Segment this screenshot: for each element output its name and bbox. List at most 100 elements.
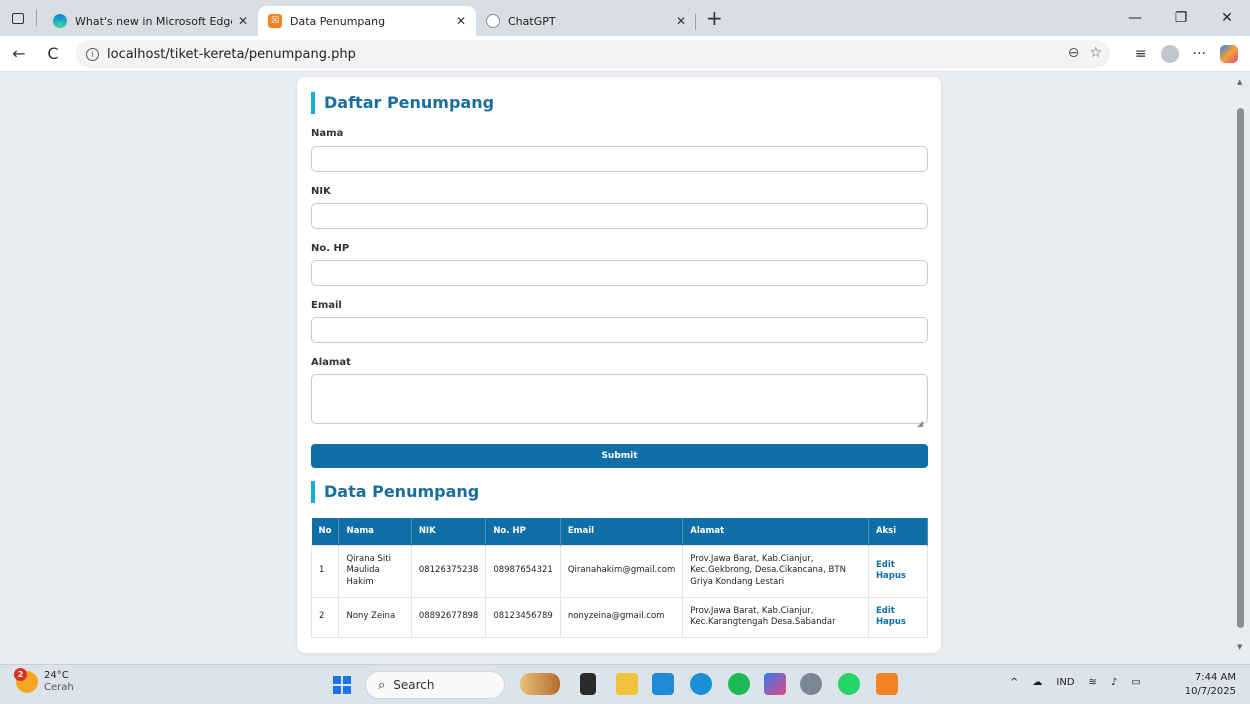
chevron-up-icon[interactable]: ^ bbox=[1010, 677, 1018, 688]
email-input[interactable] bbox=[311, 317, 928, 343]
tab-edge-news[interactable]: What's new in Microsoft Edge ✕ bbox=[43, 6, 258, 36]
nama-input[interactable] bbox=[311, 146, 928, 172]
more-options-button[interactable]: ··· bbox=[1193, 46, 1206, 62]
new-tab-button[interactable]: + bbox=[706, 8, 723, 28]
xampp-icon[interactable] bbox=[876, 673, 898, 695]
tab-close-icon[interactable]: ✕ bbox=[676, 14, 686, 28]
window-controls: — ❐ ✕ bbox=[1112, 0, 1250, 36]
tab-data-penumpang[interactable]: ☒ Data Penumpang ✕ bbox=[258, 6, 476, 36]
table-title: Data Penumpang bbox=[311, 481, 479, 503]
battery-icon[interactable]: ▭ bbox=[1131, 677, 1140, 688]
nik-label: NIK bbox=[311, 186, 331, 197]
hp-input[interactable] bbox=[311, 260, 928, 286]
wifi-icon[interactable]: ≋ bbox=[1089, 677, 1097, 688]
navigation-bar: ← C i localhost/tiket-kereta/penumpang.p… bbox=[0, 36, 1250, 72]
file-explorer-icon[interactable] bbox=[616, 673, 638, 695]
page-scrollbar[interactable]: ▲ ▼ bbox=[1234, 72, 1246, 657]
whatsapp-icon[interactable] bbox=[838, 673, 860, 695]
back-button[interactable]: ← bbox=[4, 39, 34, 69]
cell-nik: 08126375238 bbox=[410, 544, 487, 598]
chatgpt-favicon-icon bbox=[486, 14, 500, 28]
scroll-up-icon[interactable]: ▲ bbox=[1237, 78, 1242, 86]
submit-button[interactable]: Submit bbox=[311, 444, 928, 468]
weather-widget[interactable]: 2 24°C Cerah bbox=[14, 668, 74, 694]
minimize-button[interactable]: — bbox=[1112, 0, 1158, 36]
address-bar-actions: ⊖ ☆ bbox=[1068, 45, 1102, 61]
tab-separator bbox=[36, 10, 37, 26]
cell-nama: Nony Zeina bbox=[338, 596, 412, 638]
nik-input[interactable] bbox=[311, 203, 928, 229]
table-row: 2 Nony Zeina 08892677898 08123456789 non… bbox=[310, 596, 929, 638]
resize-grip-icon[interactable]: ◢ bbox=[917, 419, 923, 428]
copilot-icon[interactable] bbox=[1220, 45, 1238, 63]
cell-aksi: Edit Hapus bbox=[867, 544, 929, 598]
restore-button[interactable]: ❐ bbox=[1158, 0, 1204, 36]
tab-actions-button[interactable] bbox=[0, 0, 36, 36]
spotify-icon[interactable] bbox=[728, 673, 750, 695]
alamat-label: Alamat bbox=[311, 357, 351, 368]
notification-badge: 2 bbox=[14, 668, 27, 681]
favorite-star-icon[interactable]: ☆ bbox=[1089, 45, 1102, 61]
table-row: 1 Qirana Siti Maulida Hakim 08126375238 … bbox=[310, 544, 929, 598]
clock[interactable]: 7:44 AM 10/7/2025 bbox=[1185, 671, 1236, 698]
onedrive-icon[interactable]: ☁ bbox=[1032, 677, 1042, 688]
toolbar-right: ≡ ··· bbox=[1135, 40, 1238, 68]
tab-title: What's new in Microsoft Edge bbox=[75, 14, 232, 28]
close-window-button[interactable]: ✕ bbox=[1204, 0, 1250, 36]
email-label: Email bbox=[311, 300, 342, 311]
tab-title: Data Penumpang bbox=[290, 14, 386, 28]
tab-strip: What's new in Microsoft Edge ✕ ☒ Data Pe… bbox=[0, 0, 1250, 36]
alamat-textarea[interactable] bbox=[311, 374, 928, 424]
scroll-down-icon[interactable]: ▼ bbox=[1237, 643, 1242, 651]
site-info-icon[interactable]: i bbox=[86, 47, 99, 61]
copilot-taskbar-icon[interactable] bbox=[764, 673, 786, 695]
zoom-icon[interactable]: ⊖ bbox=[1068, 45, 1080, 61]
table-header-row: No Nama NIK No. HP Email Alamat Aksi bbox=[311, 518, 929, 545]
cell-aksi: Edit Hapus bbox=[867, 596, 929, 638]
hapus-link[interactable]: Hapus bbox=[876, 571, 920, 582]
widget-news-icon[interactable] bbox=[520, 673, 560, 695]
scroll-thumb[interactable] bbox=[1237, 108, 1244, 628]
tab-close-icon[interactable]: ✕ bbox=[238, 14, 248, 28]
taskbar-search[interactable]: ⌕ Search bbox=[365, 671, 505, 699]
hp-label: No. HP bbox=[311, 243, 350, 254]
sun-icon: 2 bbox=[14, 668, 38, 693]
tab-chatgpt[interactable]: ChatGPT ✕ bbox=[476, 6, 696, 36]
address-bar[interactable]: i localhost/tiket-kereta/penumpang.php ⊖… bbox=[76, 40, 1110, 68]
volume-icon[interactable]: ♪ bbox=[1111, 677, 1117, 688]
weather-temp: 24°C bbox=[44, 670, 69, 681]
search-icon: ⌕ bbox=[378, 677, 386, 693]
col-nik: NIK bbox=[411, 518, 487, 545]
cell-email: Qiranahakim@gmail.com bbox=[559, 544, 684, 598]
cell-alamat: Prov.Jawa Barat, Kab.Cianjur, Kec.Gekbro… bbox=[682, 544, 869, 598]
col-nama: Nama bbox=[338, 518, 412, 545]
col-aksi: Aksi bbox=[868, 518, 929, 545]
cell-no: 1 bbox=[310, 544, 340, 598]
start-button[interactable] bbox=[333, 676, 351, 694]
taskbar: 2 24°C Cerah ⌕ Search ^ ☁ IND ≋ ♪ ▭ 7:44… bbox=[0, 664, 1250, 704]
col-no: No bbox=[311, 518, 340, 545]
cell-nik: 08892677898 bbox=[410, 596, 487, 638]
edge-favicon-icon bbox=[53, 14, 67, 28]
penumpang-table: No Nama NIK No. HP Email Alamat Aksi 1 Q… bbox=[310, 518, 929, 638]
profile-avatar[interactable] bbox=[1160, 45, 1179, 63]
task-view-icon[interactable] bbox=[580, 673, 596, 695]
main-card: Daftar Penumpang Nama NIK No. HP Email A… bbox=[297, 77, 941, 653]
settings-icon[interactable] bbox=[800, 673, 822, 695]
vscode-icon[interactable] bbox=[652, 673, 674, 695]
tab-title: ChatGPT bbox=[508, 14, 556, 28]
edge-icon[interactable] bbox=[690, 673, 712, 695]
edit-link[interactable]: Edit bbox=[876, 560, 920, 571]
weather-text: 24°C Cerah bbox=[44, 670, 74, 694]
language-indicator[interactable]: IND bbox=[1056, 677, 1074, 688]
col-alamat: Alamat bbox=[682, 518, 869, 545]
cell-nama: Qirana Siti Maulida Hakim bbox=[338, 544, 412, 598]
favorites-icon[interactable]: ≡ bbox=[1135, 46, 1147, 62]
reload-button[interactable]: C bbox=[38, 39, 68, 69]
clock-date: 10/7/2025 bbox=[1184, 685, 1236, 697]
system-tray: ^ ☁ IND ≋ ♪ ▭ bbox=[1010, 677, 1141, 688]
hapus-link[interactable]: Hapus bbox=[876, 617, 920, 628]
tab-close-icon[interactable]: ✕ bbox=[456, 14, 466, 28]
cell-no: 2 bbox=[310, 596, 340, 638]
edit-link[interactable]: Edit bbox=[876, 606, 920, 617]
